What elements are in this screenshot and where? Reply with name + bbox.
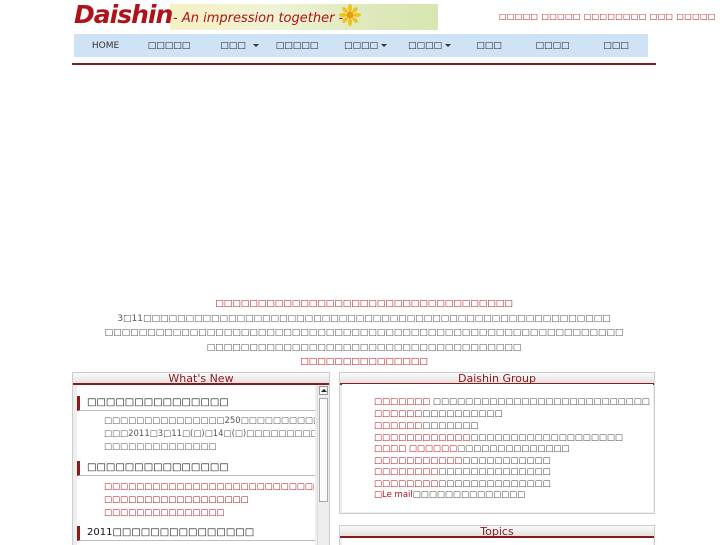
- group-desc: □□□□□□□□□□□□□□: [438, 479, 551, 489]
- group-row: □□□□□□□□□□□□□□□□□□□□□□□□□□□□□□□: [374, 433, 623, 444]
- group-link[interactable]: □□□□□□: [374, 421, 422, 431]
- news-line: □□□□□□□□□□□□□□□: [104, 508, 225, 518]
- topics-panel: Topics: [339, 525, 655, 545]
- nav-label: □□□: [220, 40, 246, 51]
- nav-item-home[interactable]: HOME: [74, 34, 137, 57]
- group-row: □□□□□□□□□□□□□□□□□□□□□□: [374, 479, 551, 490]
- group-link[interactable]: □□□□ □□□□□□: [374, 444, 457, 454]
- news-item-title[interactable]: □□□□□□□□□□□□□□□: [77, 396, 315, 411]
- news-item-title[interactable]: □□□□□□□□□□□□□□□: [77, 461, 315, 476]
- scroll-up-arrow-icon[interactable]: [319, 386, 328, 395]
- news-line: □□□2011□3□11□(□)□14□(□)□□□□□□□□□□□□□□□□□…: [104, 429, 315, 439]
- nav-item-4[interactable]: □□□□□: [265, 34, 329, 57]
- group-row: □□□□□□□□□□□□□□□□: [374, 409, 503, 420]
- group-desc: □□□□□□□: [422, 421, 479, 431]
- group-list: □□□□□□□ □□□□□□□□□□□□□□□□□□□□□□□□□□□ □□□□…: [342, 384, 653, 512]
- site-logo[interactable]: Daishin - An impression together -: [74, 0, 438, 30]
- group-link[interactable]: □Le mail: [374, 490, 413, 500]
- nav-label: □□□□□: [275, 40, 319, 51]
- dropdown-caret-icon: [381, 44, 387, 47]
- news-item-text[interactable]: □□□□□□□□□□□□□□□□□□□□□□□□□□ □□□□□□□□□□□□□□…: [104, 481, 314, 520]
- main-nav: HOME □□□□□ □□□ □□□□□ □□□□ □□□□ □□□ □□□□ …: [74, 34, 648, 57]
- group-row: □□□□□□□□□□□□□□□□□□□□□□: [374, 467, 551, 478]
- group-panel: Daishin Group □□□□□□□ □□□□□□□□□□□□□□□□□□…: [339, 372, 655, 514]
- group-row: □□□□□□□□□□□□□: [374, 421, 478, 432]
- nav-item-7[interactable]: □□□: [457, 34, 521, 57]
- group-desc: □□□□□□□□□□: [422, 409, 503, 419]
- header-divider: [72, 63, 656, 65]
- whats-new-panel: What's New □□□□□□□□□□□□□□□ □□□□□□□□□□□□□…: [72, 372, 330, 545]
- group-desc: □□□□□□□□□□□: [462, 456, 551, 466]
- nav-item-8[interactable]: □□□□: [521, 34, 584, 57]
- header-utility-links[interactable]: □□□□□ □□□□□ □□□□□□□□ □□□ □□□□□: [499, 12, 716, 21]
- nav-item-2[interactable]: □□□□□: [137, 34, 201, 57]
- notice-text: □□□□□□□□□□□□□□□□□□□□□□□□□□□□□□□□□□□□□: [206, 342, 522, 353]
- notice-link[interactable]: □□□□□□□□□□□□□□□: [72, 355, 656, 370]
- topics-list: [342, 538, 653, 545]
- group-row: □□□□ □□□□□□□□□□□□□□□□□□□□: [374, 444, 569, 455]
- group-link[interactable]: □□□□□□□: [374, 397, 430, 407]
- news-line: □□□□□□□□□□□□□□□250□□□□□□□□□□□□□□□□□□□□□□…: [104, 416, 315, 426]
- group-link[interactable]: □□□□□□□□□□□: [374, 456, 462, 466]
- brand-tagline: - An impression together -: [173, 11, 344, 26]
- news-line: □□□□□□□□□□□□□□□□□□: [104, 495, 249, 505]
- panel-title: What's New: [73, 373, 329, 385]
- nav-label: □□□: [603, 40, 629, 51]
- panel-title: Topics: [340, 526, 654, 538]
- group-desc: □□□□□□□□□□□□□□: [412, 490, 526, 500]
- notice-text: 3□11□□□□□□□□□□□□□□□□□□□□□□□□□□□□□□□□□□□□…: [117, 313, 611, 324]
- dropdown-caret-icon: [445, 44, 451, 47]
- nav-label: □□□□: [407, 40, 442, 51]
- group-row: □Le mail□□□□□□□□□□□□□□: [374, 490, 525, 501]
- nav-item-6[interactable]: □□□□: [393, 34, 457, 57]
- group-row: □□□□□□□ □□□□□□□□□□□□□□□□□□□□□□□□□□□: [374, 397, 650, 408]
- group-desc: □□□□□□□□□□□□□□: [438, 467, 551, 477]
- nav-label: □□□□□: [147, 40, 191, 51]
- nav-item-9[interactable]: □□□: [584, 34, 648, 57]
- nav-label: □□□□: [343, 40, 378, 51]
- news-line: □□□□□□□□□□□□□□: [104, 442, 217, 452]
- news-line: □□□□□□□□□□□□□□□□□□□□□□□□□□□□□□□□□□□□□□□□…: [104, 482, 314, 492]
- news-list: □□□□□□□□□□□□□□□ □□□□□□□□□□□□□□□250□□□□□□…: [77, 385, 315, 545]
- group-row: □□□□□□□□□□□□□□□□□□□□□□: [374, 456, 551, 467]
- group-link[interactable]: □□□□□□□□: [374, 467, 438, 477]
- earthquake-notice: □□□□□□□□□□□□□□□□□□□□□□□□□□□□□□□□□□□ 3□11…: [72, 297, 656, 370]
- group-desc: □□□□□□□□□□□□□□: [457, 444, 570, 454]
- group-link[interactable]: □□□□□□: [374, 409, 422, 419]
- dropdown-caret-icon: [253, 44, 259, 47]
- nav-item-5[interactable]: □□□□: [329, 34, 393, 57]
- notice-headline: □□□□□□□□□□□□□□□□□□□□□□□□□□□□□□□□□□□: [215, 299, 513, 309]
- notice-text: □□□□□□□□□□□□□□□□□□□□□□□□□□□□□□□□□□□□□□□□…: [104, 328, 624, 338]
- group-link[interactable]: □□□□□□□□: [374, 479, 438, 489]
- brand-name: Daishin: [74, 0, 173, 29]
- nav-label: □□□: [476, 40, 502, 51]
- group-desc: □□□□□□□□□□□□□□□□□□□□□□□□□□□: [430, 397, 650, 407]
- nav-label: □□□□: [535, 40, 570, 51]
- nav-label: HOME: [91, 40, 120, 51]
- news-scrollbar[interactable]: [317, 385, 328, 545]
- group-link[interactable]: □□□□□□□□□□□□: [374, 433, 470, 443]
- nav-item-3[interactable]: □□□: [201, 34, 265, 57]
- news-item-title[interactable]: 2011□□□□□□□□□□□□□□□: [77, 526, 315, 541]
- group-desc: □□□□□□□□□□□□□□□□□□□: [470, 433, 623, 443]
- scroll-thumb[interactable]: [319, 398, 328, 502]
- news-item-text: □□□□□□□□□□□□□□□250□□□□□□□□□□□□□□□□□□□□□□…: [104, 415, 315, 454]
